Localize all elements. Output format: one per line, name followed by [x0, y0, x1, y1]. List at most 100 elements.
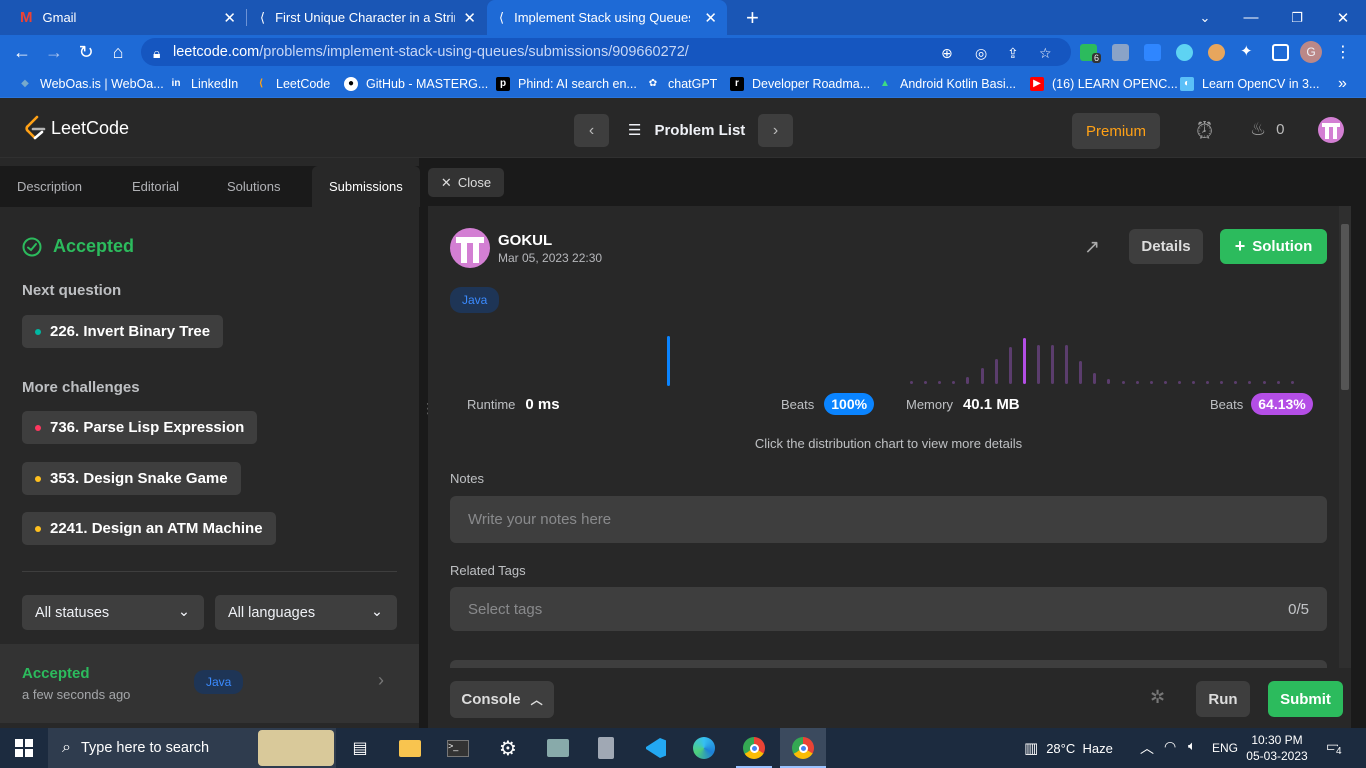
wifi-icon[interactable]: ◠	[1164, 738, 1176, 755]
leetcode-logo[interactable]: LeetCode	[24, 115, 129, 141]
reload-icon[interactable]: ↻	[73, 39, 99, 65]
forward-icon[interactable]: →	[41, 39, 67, 65]
phind-icon: p	[496, 76, 510, 91]
clock[interactable]: 10:30 PM 05-03-2023	[1246, 732, 1308, 764]
bookmark-linkedin[interactable]: in LinkedIn	[169, 69, 239, 98]
bookmark-roadmap[interactable]: r Developer Roadma...	[730, 69, 870, 98]
alarm-clock-icon[interactable]: ⏰︎	[1196, 118, 1213, 144]
share-icon[interactable]: ⇪	[1007, 45, 1019, 62]
bookmark-learn-opencv[interactable]: ◐ Learn OpenCV in 3...	[1180, 69, 1319, 98]
next-problem-button[interactable]: ›	[758, 114, 793, 147]
close-tab-icon[interactable]: ✕	[463, 9, 476, 27]
chrome-icon[interactable]	[740, 734, 768, 762]
bookmark-android-kotlin[interactable]: ▲ Android Kotlin Basi...	[878, 69, 1016, 98]
submit-button[interactable]: Submit	[1268, 681, 1343, 717]
challenge-link[interactable]: 736. Parse Lisp Expression	[22, 411, 258, 444]
input-language[interactable]: ENG	[1212, 741, 1238, 755]
calculator-icon[interactable]	[592, 734, 620, 762]
download-extension-icon[interactable]	[1112, 44, 1129, 61]
bookmark-learn-opencv-yt[interactable]: ▶ (16) LEARN OPENC...	[1030, 69, 1178, 98]
bug-icon[interactable]: ✲	[1150, 687, 1165, 708]
zoom-icon[interactable]: ⊕	[941, 45, 953, 62]
tab-first-unique[interactable]: ⟨ First Unique Character in a String ✕	[248, 0, 486, 35]
more-bookmarks-icon[interactable]: »	[1338, 69, 1347, 98]
tray-chevron-up-icon[interactable]: ︿	[1140, 738, 1154, 758]
notes-input[interactable]: Write your notes here	[450, 496, 1327, 543]
side-panel-icon[interactable]	[1272, 44, 1289, 61]
memory-distribution-chart[interactable]	[908, 336, 1318, 384]
minimize-icon[interactable]: —	[1228, 0, 1274, 35]
tab-search-icon[interactable]: ⌄	[1182, 0, 1228, 35]
solution-button[interactable]: + Solution	[1220, 229, 1327, 264]
close-tab-icon[interactable]: ✕	[223, 9, 236, 27]
bookmark-leetcode[interactable]: ⟨ LeetCode	[254, 69, 331, 98]
lock-icon: 🔒︎	[153, 45, 161, 61]
status-filter[interactable]: All statuses ⌄	[22, 595, 204, 630]
username[interactable]: GOKUL	[498, 232, 552, 249]
prev-problem-button[interactable]: ‹	[574, 114, 609, 147]
windows-start-icon[interactable]	[10, 734, 38, 762]
tab-editorial[interactable]: Editorial	[132, 166, 179, 207]
tab-gmail[interactable]: M Gmail ✕	[8, 0, 246, 35]
run-button[interactable]: Run	[1196, 681, 1250, 717]
share-icon[interactable]: ↗	[1084, 236, 1100, 259]
tab-solutions[interactable]: Solutions	[227, 166, 280, 207]
speaker-icon[interactable]: 🔈︎	[1188, 738, 1196, 754]
weather-widget[interactable]: ▥ 28°C Haze	[1024, 739, 1113, 757]
scrollbar-thumb[interactable]	[1341, 224, 1349, 390]
runtime-distribution-chart[interactable]	[458, 330, 878, 386]
console-button[interactable]: Console ︿	[450, 681, 554, 718]
next-question-title: 226. Invert Binary Tree	[50, 323, 211, 340]
extensions-puzzle-icon[interactable]: ✦	[1240, 42, 1257, 60]
address-bar[interactable]: 🔒︎ leetcode.com/problems/implement-stack…	[141, 38, 1071, 66]
vscode-icon[interactable]	[642, 734, 670, 762]
language-filter-value: All languages	[228, 604, 316, 621]
memory-beats-badge: 64.13%	[1251, 393, 1313, 415]
memory-bar	[1008, 347, 1012, 384]
details-button[interactable]: Details	[1129, 229, 1203, 264]
submission-row[interactable]: Accepted a few seconds ago Java ›	[0, 644, 419, 723]
scrollbar[interactable]	[1339, 206, 1351, 668]
file-explorer-icon[interactable]	[396, 734, 424, 762]
close-tab-icon[interactable]: ✕	[704, 9, 717, 27]
tab-description[interactable]: Description	[17, 166, 82, 207]
chrome-active-window[interactable]	[780, 728, 826, 768]
photos-icon[interactable]	[544, 734, 572, 762]
task-view-icon[interactable]: ▤	[346, 734, 374, 762]
challenge-link[interactable]: 353. Design Snake Game	[22, 462, 241, 495]
react-devtools-icon[interactable]	[1176, 44, 1193, 61]
home-icon[interactable]: ⌂	[105, 39, 131, 65]
maximize-icon[interactable]: ❐	[1274, 0, 1320, 35]
taskbar-search[interactable]: ⌕ Type here to search	[48, 728, 336, 768]
avatar-extension-icon[interactable]	[1208, 44, 1225, 61]
problem-list-button[interactable]: ☰ Problem List	[628, 121, 745, 140]
bookmark-chatgpt[interactable]: ✿ chatGPT	[646, 69, 718, 98]
window-close-icon[interactable]: ✕	[1320, 0, 1366, 35]
memory-bar	[980, 367, 984, 384]
bookmark-github[interactable]: ● GitHub - MASTERG...	[344, 69, 488, 98]
tab-implement-stack[interactable]: ⟨ Implement Stack using Queues - ✕	[487, 0, 727, 35]
bookmark-star-icon[interactable]: ☆	[1039, 45, 1052, 62]
premium-button[interactable]: Premium	[1072, 113, 1160, 149]
streak-counter[interactable]: ♨ 0	[1250, 119, 1284, 140]
profile-avatar[interactable]: G	[1300, 41, 1322, 63]
chrome-menu-icon[interactable]: ⋮	[1330, 39, 1356, 65]
back-icon[interactable]: ←	[9, 39, 35, 65]
language-filter[interactable]: All languages ⌄	[215, 595, 397, 630]
tags-select[interactable]: Select tags 0/5	[450, 587, 1327, 631]
close-details-button[interactable]: ✕ Close	[428, 168, 504, 197]
challenge-link[interactable]: 2241. Design an ATM Machine	[22, 512, 276, 545]
new-tab-icon[interactable]: +	[734, 0, 764, 35]
clock-date: 05-03-2023	[1246, 749, 1308, 763]
edge-icon[interactable]	[690, 734, 718, 762]
tab-submissions[interactable]: Submissions	[312, 166, 420, 207]
terminal-icon[interactable]: >_	[444, 734, 472, 762]
settings-gear-icon[interactable]: ⚙	[494, 734, 522, 762]
eye-off-icon[interactable]: ◎	[975, 45, 987, 62]
bookmark-phind[interactable]: p Phind: AI search en...	[496, 69, 637, 98]
user-avatar[interactable]	[1318, 117, 1344, 143]
vpn-extension-icon[interactable]	[1144, 44, 1161, 61]
next-question-link[interactable]: 226. Invert Binary Tree	[22, 315, 224, 348]
bookmarks-bar: ◆ WebOas.is | WebOa... in LinkedIn ⟨ LeetCo…	[0, 69, 1366, 98]
bookmark-weboasis[interactable]: ◆ WebOas.is | WebOa...	[18, 69, 164, 98]
